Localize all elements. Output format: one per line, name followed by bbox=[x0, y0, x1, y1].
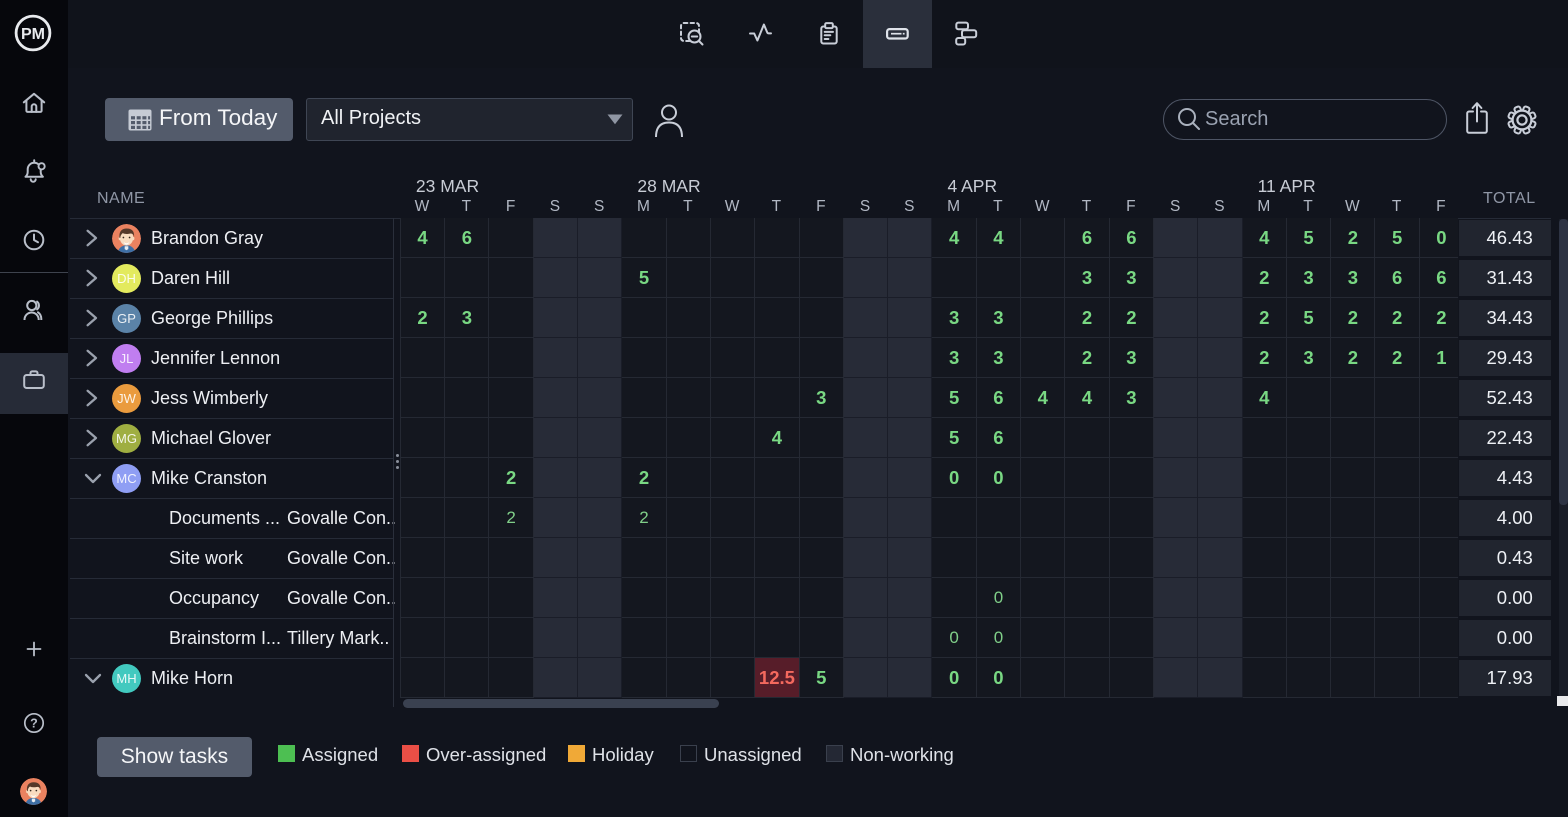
svg-text:?: ? bbox=[30, 716, 38, 730]
svg-text:PM: PM bbox=[21, 26, 45, 43]
